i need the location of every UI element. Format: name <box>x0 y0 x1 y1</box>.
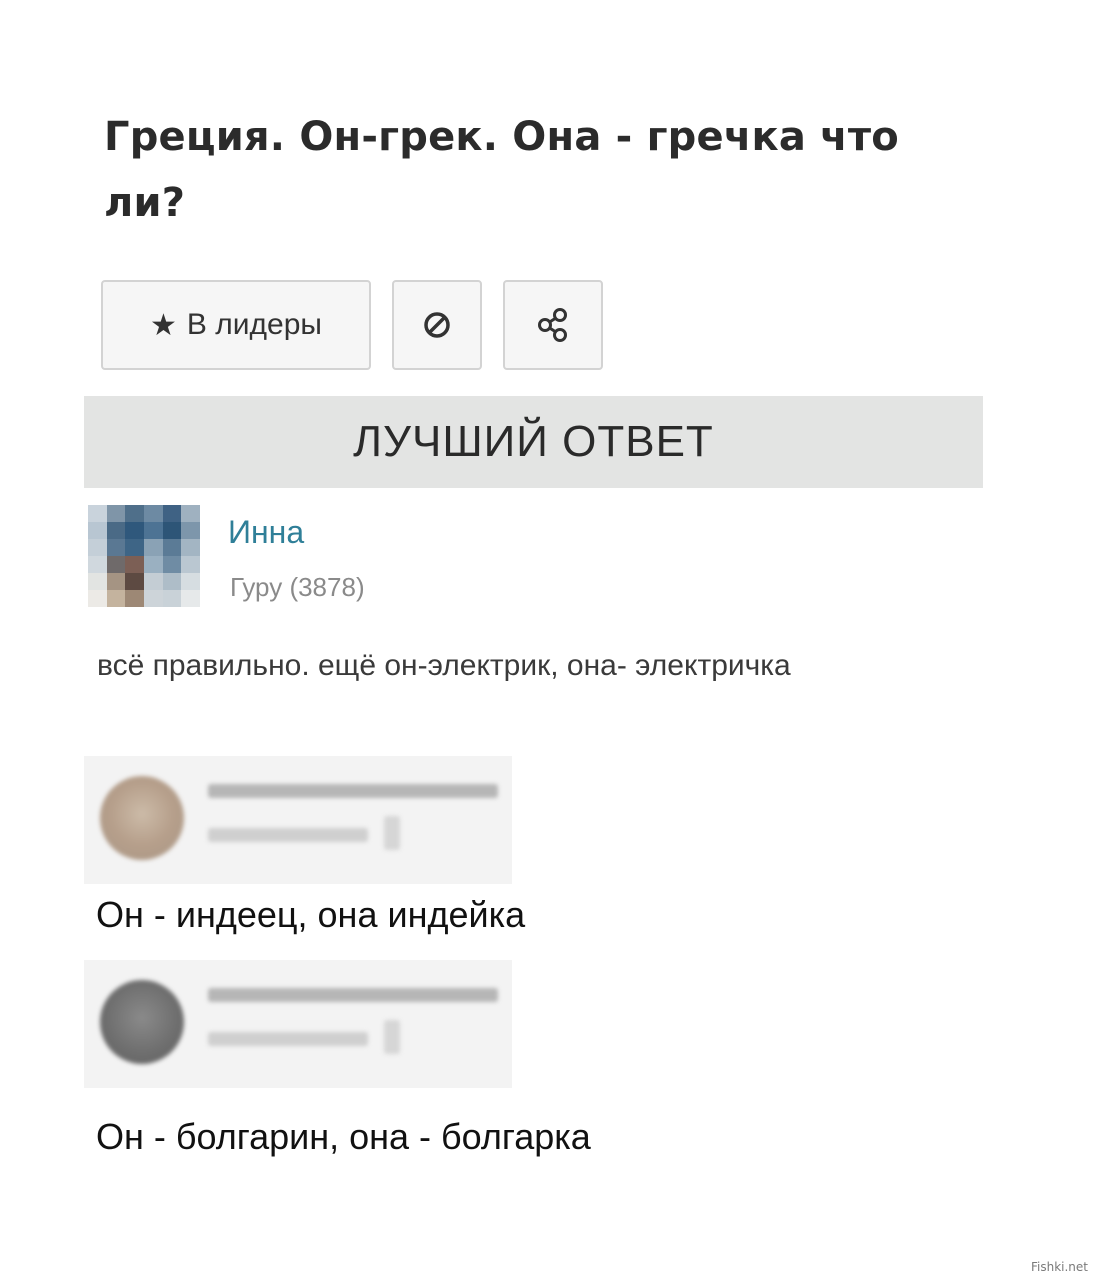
best-answer-text: всё правильно. ещё он-электрик, она- эле… <box>97 649 791 682</box>
blurred-user-card <box>84 756 512 884</box>
blurred-user-card <box>84 960 512 1088</box>
user-rank: Гуру (3878) <box>230 572 365 602</box>
add-to-leaders-label: В лидеры <box>186 308 322 341</box>
avatar <box>100 776 184 860</box>
user-name[interactable]: Инна <box>228 514 304 551</box>
question-title: Греция. Он-грек. Она - гречка что ли? <box>104 114 899 226</box>
share-icon <box>538 308 567 342</box>
block-button[interactable] <box>392 280 482 370</box>
answer-text: Он - болгарин, она - болгарка <box>96 1116 591 1157</box>
answer-text: Он - индеец, она индейка <box>96 894 526 935</box>
star-icon: ★ <box>150 308 177 342</box>
add-to-leaders-button[interactable]: ★ В лидеры <box>101 280 371 370</box>
avatar[interactable] <box>88 505 200 607</box>
block-icon <box>424 312 450 338</box>
best-answer-header: ЛУЧШИЙ ОТВЕТ <box>84 396 983 488</box>
watermark: Fishki.net <box>1030 1260 1088 1274</box>
share-button[interactable] <box>503 280 603 370</box>
avatar <box>100 980 184 1064</box>
